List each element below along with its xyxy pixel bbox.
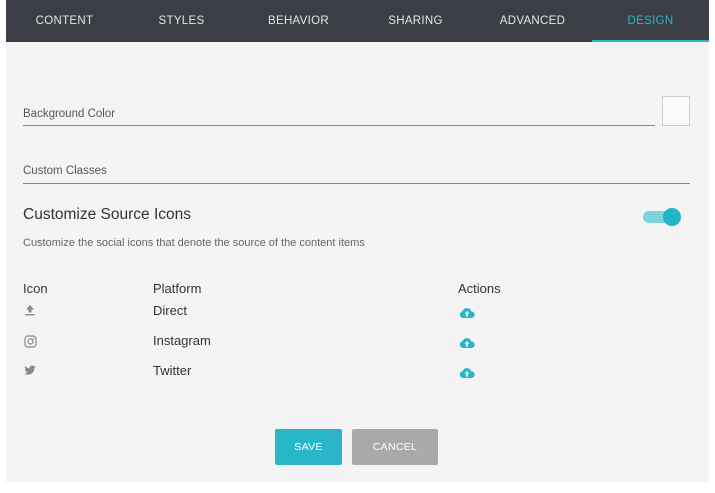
instagram-icon <box>23 334 37 348</box>
source-icons-title: Customize Source Icons <box>23 206 191 223</box>
platform-direct: Direct <box>153 303 187 318</box>
source-icons-description: Customize the social icons that denote t… <box>23 237 365 249</box>
column-header-icon: Icon <box>23 281 48 296</box>
cloud-upload-icon[interactable] <box>459 306 475 318</box>
custom-classes-input[interactable] <box>23 183 690 184</box>
tab-sharing[interactable]: SHARING <box>357 0 474 42</box>
tab-bar: CONTENT STYLES BEHAVIOR SHARING ADVANCED… <box>6 0 709 42</box>
twitter-icon <box>23 363 37 377</box>
upload-icon <box>23 303 37 317</box>
cancel-button[interactable]: CANCEL <box>352 429 438 465</box>
column-header-platform: Platform <box>153 281 202 296</box>
background-color-swatch[interactable] <box>662 96 690 126</box>
design-panel: CONTENT STYLES BEHAVIOR SHARING ADVANCED… <box>6 0 709 482</box>
platform-instagram: Instagram <box>153 333 211 348</box>
tab-design[interactable]: DESIGN <box>592 0 709 42</box>
column-header-actions: Actions <box>458 281 501 296</box>
background-color-label: Background Color <box>23 108 116 120</box>
toggle-knob <box>663 208 681 226</box>
platform-twitter: Twitter <box>153 363 192 378</box>
cloud-upload-icon[interactable] <box>459 366 475 378</box>
source-icons-toggle[interactable] <box>643 208 681 226</box>
tab-advanced[interactable]: ADVANCED <box>474 0 591 42</box>
save-button[interactable]: SAVE <box>275 429 342 465</box>
tab-styles[interactable]: STYLES <box>123 0 240 42</box>
tab-content[interactable]: CONTENT <box>6 0 123 42</box>
background-color-input[interactable] <box>23 125 655 126</box>
custom-classes-label: Custom Classes <box>23 165 107 177</box>
cloud-upload-icon[interactable] <box>459 336 475 348</box>
tab-behavior[interactable]: BEHAVIOR <box>240 0 357 42</box>
